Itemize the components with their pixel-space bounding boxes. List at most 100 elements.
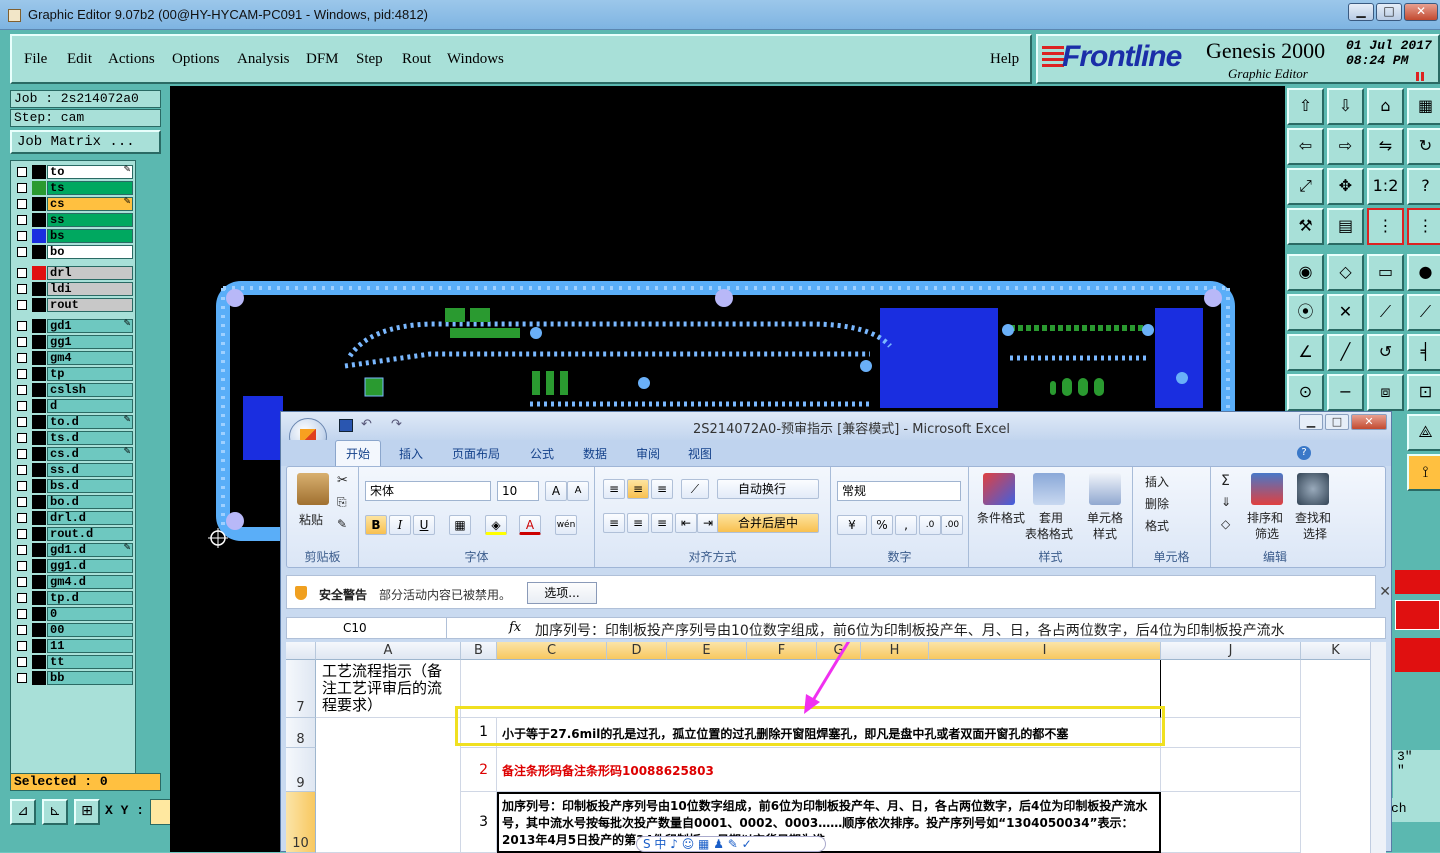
maximize-button[interactable]: □ [1376,3,1402,21]
layer-name[interactable]: gg1 [47,335,133,349]
layer-color-swatch[interactable] [32,213,46,227]
fill-icon[interactable]: ⇓ [1221,495,1231,509]
find-select-label-1[interactable]: 查找和 [1295,509,1331,526]
insert-function-icon[interactable]: fx [509,620,521,635]
layer-color-swatch[interactable] [32,165,46,179]
layer-name[interactable]: to.d [47,415,133,429]
pause-icon[interactable] [1416,72,1424,81]
layer-color-swatch[interactable] [32,298,46,312]
layer-name[interactable]: 00 [47,623,133,637]
conditional-format-icon[interactable] [983,473,1015,505]
layer-name[interactable]: gm4 [47,351,133,365]
layer-name[interactable]: cslsh [47,383,133,397]
layer-row[interactable]: gm4.d [15,575,133,590]
probe-icon[interactable]: ⚒ [1287,208,1324,245]
format-as-table-label-1[interactable]: 套用 [1039,509,1063,526]
menu-windows[interactable]: Windows [447,51,504,68]
layer-checkbox[interactable] [17,247,27,257]
layer-row[interactable]: cs ✎ [15,197,133,212]
vertical-scrollbar[interactable] [1370,642,1386,853]
layer-row[interactable]: tt [15,655,133,670]
menu-file[interactable]: File [24,51,47,68]
layer-checkbox[interactable] [17,353,27,363]
increase-indent-icon[interactable]: ⇥ [697,513,719,533]
scale-1-2-icon[interactable]: 1:2 [1367,168,1404,205]
paste-label[interactable]: 粘贴 [299,511,323,528]
box-connect-icon[interactable]: ⧈ [1367,374,1404,411]
format-as-table-label-2[interactable]: 表格格式 [1025,525,1073,542]
layer-checkbox[interactable] [17,369,27,379]
layer-up-icon[interactable]: ⇧ [1287,88,1324,125]
layer-checkbox[interactable] [17,593,27,603]
layer-name[interactable]: d [47,399,133,413]
formula-input[interactable]: 加序列号：印制板投产序列号由10位数字组成，前6位为印制板投产年、月、日，各占两… [535,620,1355,640]
cut-icon[interactable]: ✂ [337,473,348,488]
layer-name[interactable]: 0 [47,607,133,621]
menu-analysis[interactable]: Analysis [237,51,290,68]
layer-color-swatch[interactable] [32,181,46,195]
layer-row[interactable]: ss [15,213,133,228]
layer-checkbox[interactable] [17,417,27,427]
layer-name[interactable]: rout [47,298,133,312]
layer-row[interactable]: 00 [15,623,133,638]
underline-icon[interactable]: U [413,515,435,535]
layer-color-swatch[interactable] [32,245,46,259]
layer-checkbox[interactable] [17,497,27,507]
find-select-icon[interactable] [1297,473,1329,505]
layer-row[interactable]: ts.d [15,431,133,446]
number-format-select[interactable]: 常规 [837,481,961,501]
diagonal-line-icon[interactable]: ╱ [1327,334,1364,371]
slope-icon[interactable]: ⟁ [1407,414,1440,451]
excel-restore-button[interactable]: □ [1325,414,1349,430]
layer-row[interactable]: 11 [15,639,133,654]
layer-checkbox[interactable] [17,385,27,395]
phonetic-icon[interactable]: wén [555,515,577,535]
layer-name[interactable]: cs [47,197,133,211]
align-left-icon[interactable]: ≡ [603,513,625,533]
tab-formulas[interactable]: 公式 [530,445,554,462]
layer-color-swatch[interactable] [32,511,46,525]
layer-color-swatch[interactable] [32,495,46,509]
layer-color-swatch[interactable] [32,607,46,621]
excel-help-icon[interactable]: ? [1297,446,1311,460]
layer-color-swatch[interactable] [32,639,46,653]
line-end-icon[interactable]: ⟋ [1407,294,1440,331]
layer-name[interactable]: ts.d [47,431,133,445]
insert-cells-button[interactable]: 插入 [1145,473,1169,490]
rotate-icon[interactable]: ↻ [1407,128,1440,165]
layer-row[interactable]: gg1.d [15,559,133,574]
increase-decimal-icon[interactable]: .0 [919,515,941,535]
surface-icon[interactable]: ◇ [1327,254,1364,291]
layer-row[interactable]: tp [15,367,133,382]
shrink-font-icon[interactable]: A [567,481,589,501]
move-pad-icon[interactable]: ⊡ [1407,374,1440,411]
layer-name[interactable]: to [47,165,133,179]
layer-checkbox[interactable] [17,465,27,475]
layer-color-swatch[interactable] [32,591,46,605]
layer-checkbox[interactable] [17,199,27,209]
clear-icon[interactable]: ◇ [1221,517,1230,531]
fill-color-icon[interactable]: ◈ [485,515,507,535]
layer-checkbox[interactable] [17,449,27,459]
grid-snap-icon[interactable]: ⊞ [74,799,100,825]
layer-checkbox[interactable] [17,545,27,555]
zoom-window-icon[interactable]: ⊿ [10,799,36,825]
layer-checkbox[interactable] [17,321,27,331]
layer-name[interactable]: drl.d [47,511,133,525]
layer-row[interactable]: rout [15,298,133,313]
layer-checkbox[interactable] [17,268,27,278]
layer-color-swatch[interactable] [32,447,46,461]
menu-actions[interactable]: Actions [108,51,155,68]
italic-icon[interactable]: I [389,515,411,535]
move-left-icon[interactable]: ⇦ [1287,128,1324,165]
menu-step[interactable]: Step [356,51,383,68]
layer-checkbox[interactable] [17,481,27,491]
layer-checkbox[interactable] [17,401,27,411]
double-line-icon[interactable]: ╡ [1407,334,1440,371]
layer-name[interactable]: gg1.d [47,559,133,573]
tab-page-layout[interactable]: 页面布局 [452,445,500,462]
layer-checkbox[interactable] [17,609,27,619]
security-options-button[interactable]: 选项... [527,582,597,604]
menu-options[interactable]: Options [172,51,220,68]
menu-help[interactable]: Help [990,51,1019,68]
